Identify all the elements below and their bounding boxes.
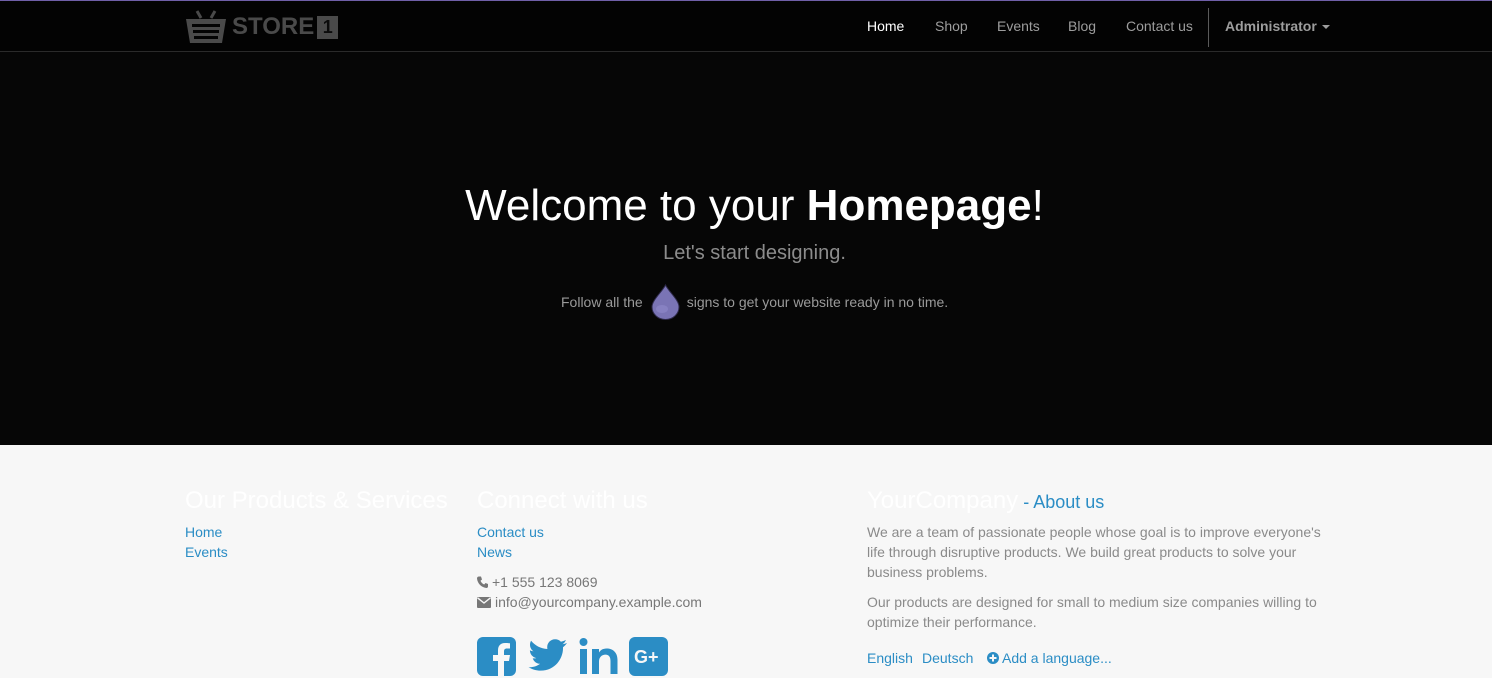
products-heading: Our Products & Services xyxy=(185,487,448,514)
top-navbar: STORE 1 Home Shop Events Blog Contact us… xyxy=(0,0,1492,52)
add-language-link[interactable]: Add a language... xyxy=(987,650,1112,666)
brand-badge: 1 xyxy=(317,15,339,39)
about-us-link[interactable]: About us xyxy=(1033,492,1104,512)
company-name: YourCompany xyxy=(867,487,1019,514)
footer-link-contact-us[interactable]: Contact us xyxy=(477,524,544,540)
drop-icon[interactable] xyxy=(650,284,681,320)
linkedin-icon[interactable] xyxy=(579,637,619,675)
about-paragraph-1: We are a team of passionate people whose… xyxy=(867,524,1321,580)
nav-contact-us[interactable]: Contact us xyxy=(1126,18,1193,34)
about-separator: - xyxy=(1018,492,1034,512)
footer: Our Products & Services Home Events Conn… xyxy=(0,445,1492,678)
nav-home[interactable]: Home xyxy=(867,18,904,34)
google-plus-icon[interactable]: G+ xyxy=(629,637,668,676)
language-deutsch[interactable]: Deutsch xyxy=(922,650,973,666)
facebook-icon[interactable] xyxy=(477,637,516,676)
hero-title: Welcome to your Homepage! xyxy=(0,180,1492,232)
contact-phone-text: +1 555 123 8069 xyxy=(492,574,598,590)
contact-email-text[interactable]: info@yourcompany.example.com xyxy=(495,594,702,610)
nav-shop[interactable]: Shop xyxy=(935,18,968,34)
svg-text:G+: G+ xyxy=(634,647,659,667)
hero-title-bold: Homepage xyxy=(806,181,1032,230)
user-menu-label: Administrator xyxy=(1225,18,1317,34)
phone-icon xyxy=(477,576,488,588)
hero-hint-before: Follow all the xyxy=(561,294,643,310)
hero-subtitle: Let's start designing. xyxy=(663,242,846,264)
footer-link-news[interactable]: News xyxy=(477,544,512,560)
user-menu[interactable]: Administrator xyxy=(1225,18,1330,34)
language-english[interactable]: English xyxy=(867,650,913,666)
caret-down-icon xyxy=(1321,25,1330,30)
twitter-icon[interactable] xyxy=(528,637,568,673)
hero-title-prefix: Welcome to your xyxy=(465,181,807,230)
hero-hint-after: signs to get your website ready in no ti… xyxy=(686,294,949,310)
add-language-label: Add a language... xyxy=(1002,650,1112,666)
contact-email: info@yourcompany.example.com xyxy=(477,594,702,610)
connect-heading: Connect with us xyxy=(477,487,648,514)
about-paragraph-2: Our products are designed for small to m… xyxy=(867,594,1317,630)
hero-title-suffix: ! xyxy=(1031,181,1044,230)
hero-section: Welcome to your Homepage! Let's start de… xyxy=(0,52,1492,445)
hero-hint: Follow all the signs to get your website… xyxy=(561,284,948,320)
envelope-icon xyxy=(477,596,491,608)
nav-blog[interactable]: Blog xyxy=(1068,18,1096,34)
basket-icon xyxy=(186,10,226,43)
footer-link-events[interactable]: Events xyxy=(185,544,228,560)
plus-circle-icon xyxy=(987,652,999,664)
contact-phone: +1 555 123 8069 xyxy=(477,574,598,590)
footer-link-home[interactable]: Home xyxy=(185,524,222,540)
nav-divider xyxy=(1208,8,1209,47)
about-heading: YourCompany - About us xyxy=(867,487,1104,515)
brand-logo[interactable]: STORE 1 xyxy=(184,9,339,45)
brand-name: STORE xyxy=(232,13,315,40)
nav-events[interactable]: Events xyxy=(997,18,1040,34)
